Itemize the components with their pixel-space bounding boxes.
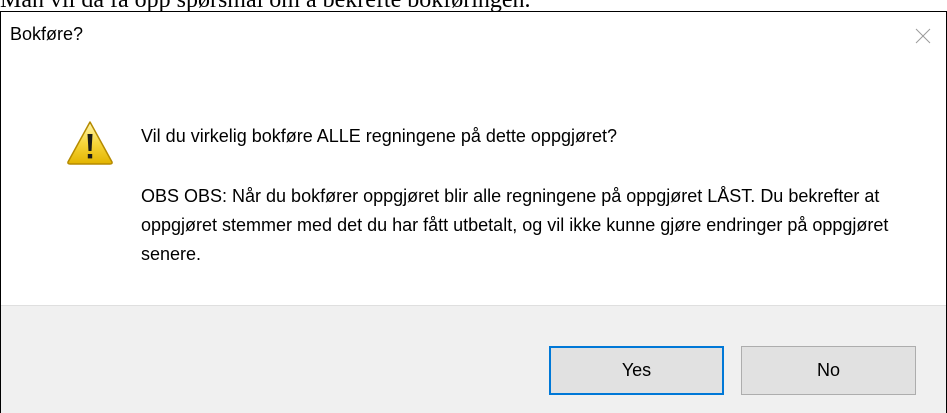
warning-icon [67,121,113,165]
dialog-button-bar: Yes No [1,305,946,413]
close-button[interactable] [900,12,946,59]
dialog-titlebar[interactable]: Bokføre? [1,12,946,59]
page: Man vil da få opp spørsmål om å bekrefte… [0,0,947,413]
dialog-title: Bokføre? [10,24,84,44]
yes-button[interactable]: Yes [549,346,724,395]
close-icon [915,28,931,43]
no-button[interactable]: No [741,346,916,395]
dialog-content: Vil du virkelig bokføre ALLE regningene … [1,59,946,305]
dialog-question: Vil du virkelig bokføre ALLE regningene … [141,126,617,146]
message-dialog: Bokføre? Vil du virkelig bokføre ALLE re… [0,11,947,413]
dialog-note: OBS OBS: Når du bokfører oppgjøret blir … [141,186,889,264]
